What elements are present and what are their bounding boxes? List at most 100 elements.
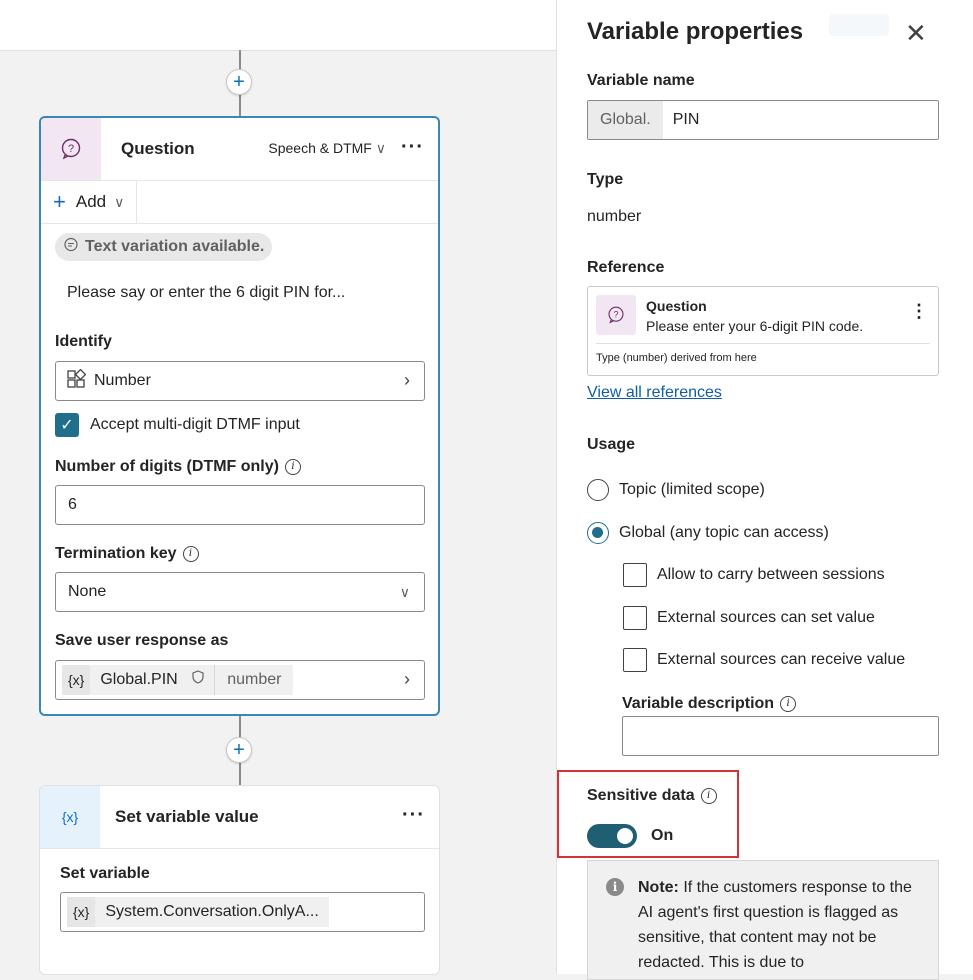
termination-dropdown[interactable]: None ∨ (55, 572, 425, 612)
set-variable-label: Set variable (60, 865, 150, 882)
chevron-right-icon: › (404, 669, 410, 689)
usage-label: Usage (587, 436, 636, 453)
identify-label: Identify (55, 333, 112, 350)
external-receive-label: External sources can receive value (657, 651, 906, 668)
more-vertical-icon[interactable]: ⋮ (910, 301, 928, 322)
close-icon[interactable]: ✕ (905, 18, 927, 49)
svg-text:?: ? (68, 143, 74, 155)
external-receive-checkbox[interactable] (623, 648, 647, 672)
termination-label: Termination key i (55, 545, 199, 563)
chevron-down-icon: ∨ (114, 193, 125, 210)
variable-properties-panel: Variable properties ✕ Variable name Glob… (556, 0, 973, 980)
digits-input[interactable]: 6 (55, 485, 425, 525)
svg-text:?: ? (613, 309, 618, 319)
termination-value: None (68, 583, 107, 600)
variable-name-value[interactable]: PIN (673, 111, 700, 129)
variable-icon: {x} (62, 665, 91, 695)
sensitive-data-note: i Note: If the customers response to the… (587, 860, 939, 980)
variable-name-prefix: Global. (588, 101, 663, 139)
set-variable-node[interactable]: {x} Set variable value ··· Set variable … (39, 785, 440, 975)
save-response-label: Save user response as (55, 632, 229, 649)
usage-global-radio[interactable] (587, 522, 609, 544)
carry-sessions-label: Allow to carry between sessions (657, 566, 885, 583)
mode-value: Speech & DTMF (268, 140, 372, 156)
info-icon[interactable]: i (284, 458, 301, 475)
sensitive-data-label: Sensitive data i (587, 787, 717, 805)
view-all-references-link[interactable]: View all references (587, 384, 722, 402)
note-bold: Note: (638, 879, 679, 896)
variable-chip[interactable]: {x} System.Conversation.OnlyA... (67, 897, 329, 927)
plus-icon: + (53, 189, 66, 214)
add-node-button[interactable]: + (226, 737, 252, 763)
variable-name-text: Global.PIN (100, 671, 178, 688)
more-options-icon[interactable]: ··· (401, 136, 424, 159)
digits-label: Number of digits (DTMF only) i (55, 458, 301, 476)
add-toolbar: + Add ∨ (41, 181, 438, 224)
variable-icon: {x} (40, 786, 100, 848)
more-options-icon[interactable]: ··· (402, 804, 425, 827)
variable-icon: {x} (67, 897, 96, 927)
accept-dtmf-label: Accept multi-digit DTMF input (90, 416, 300, 433)
sensitive-data-highlight (557, 770, 739, 858)
chevron-down-icon: ∨ (399, 584, 410, 600)
question-icon: ? (41, 118, 101, 180)
save-response-selector[interactable]: {x} Global.PIN number › (55, 660, 425, 700)
info-filled-icon: i (606, 878, 624, 896)
reference-footer: Type (number) derived from here (596, 352, 757, 364)
text-variation-label: Text variation available. (85, 238, 265, 255)
description-label-text: Variable description (622, 695, 775, 712)
reference-card[interactable]: ? Question Please enter your 6-digit PIN… (587, 286, 939, 376)
variable-description-input[interactable] (622, 716, 939, 756)
panel-header-decoration (829, 14, 889, 36)
chat-bubble-icon (63, 237, 79, 258)
question-icon: ? (596, 295, 636, 335)
divider (596, 343, 930, 344)
usage-topic-radio[interactable] (587, 479, 609, 501)
authoring-canvas: + ? Question Speech & DTMF ∨ ··· + Add ∨… (0, 0, 556, 975)
text-variation-badge[interactable]: Text variation available. (55, 233, 273, 261)
usage-global-label: Global (any topic can access) (619, 524, 829, 541)
set-variable-selector[interactable]: {x} System.Conversation.OnlyA... (60, 892, 425, 932)
add-button[interactable]: + Add ∨ (41, 181, 138, 223)
shield-icon (192, 670, 204, 688)
variable-type: number (214, 665, 294, 695)
reference-subtitle: Please enter your 6-digit PIN code. (646, 318, 864, 334)
reference-title: Question (646, 298, 707, 314)
variable-name: System.Conversation.OnlyA... (95, 897, 329, 927)
set-variable-title: Set variable value (115, 807, 259, 826)
type-label: Type (587, 171, 624, 188)
info-icon[interactable]: i (780, 695, 797, 712)
variable-name-field[interactable]: Global. PIN (587, 100, 939, 140)
sensitive-data-label-text: Sensitive data (587, 787, 695, 804)
identify-selector[interactable]: Number › (55, 361, 425, 401)
digits-label-text: Number of digits (DTMF only) (55, 458, 279, 475)
accept-dtmf-checkbox[interactable]: ✓ (55, 413, 79, 437)
external-set-checkbox[interactable] (623, 606, 647, 630)
note-body: If the customers response to the AI agen… (638, 879, 912, 971)
usage-topic-label: Topic (limited scope) (619, 481, 765, 498)
variable-chip[interactable]: {x} Global.PIN number (62, 665, 294, 695)
sensitive-data-state: On (651, 827, 674, 844)
question-prompt[interactable]: Please say or enter the 6 digit PIN for.… (67, 284, 345, 302)
type-value: number (587, 208, 642, 225)
carry-sessions-checkbox[interactable] (623, 563, 647, 587)
info-icon[interactable]: i (182, 545, 199, 562)
description-label: Variable description i (622, 695, 797, 713)
termination-label-text: Termination key (55, 545, 177, 562)
chevron-right-icon: › (404, 370, 410, 390)
info-icon[interactable]: i (700, 787, 717, 804)
variable-name: Global.PIN (90, 665, 215, 695)
add-node-button[interactable]: + (226, 69, 252, 95)
variable-name-label: Variable name (587, 72, 695, 89)
add-label: Add (75, 192, 107, 211)
note-text: Note: If the customers response to the A… (638, 875, 928, 975)
chevron-down-icon: ∨ (375, 140, 386, 156)
sensitive-data-toggle[interactable] (587, 824, 637, 848)
reference-label: Reference (587, 259, 665, 276)
external-set-label: External sources can set value (657, 609, 875, 626)
identify-value: Number (94, 372, 151, 389)
mode-dropdown[interactable]: Speech & DTMF ∨ (268, 140, 386, 157)
question-node-header: ? Question Speech & DTMF ∨ ··· (41, 118, 438, 181)
canvas-toolbar (0, 0, 556, 51)
entity-icon (66, 368, 87, 394)
